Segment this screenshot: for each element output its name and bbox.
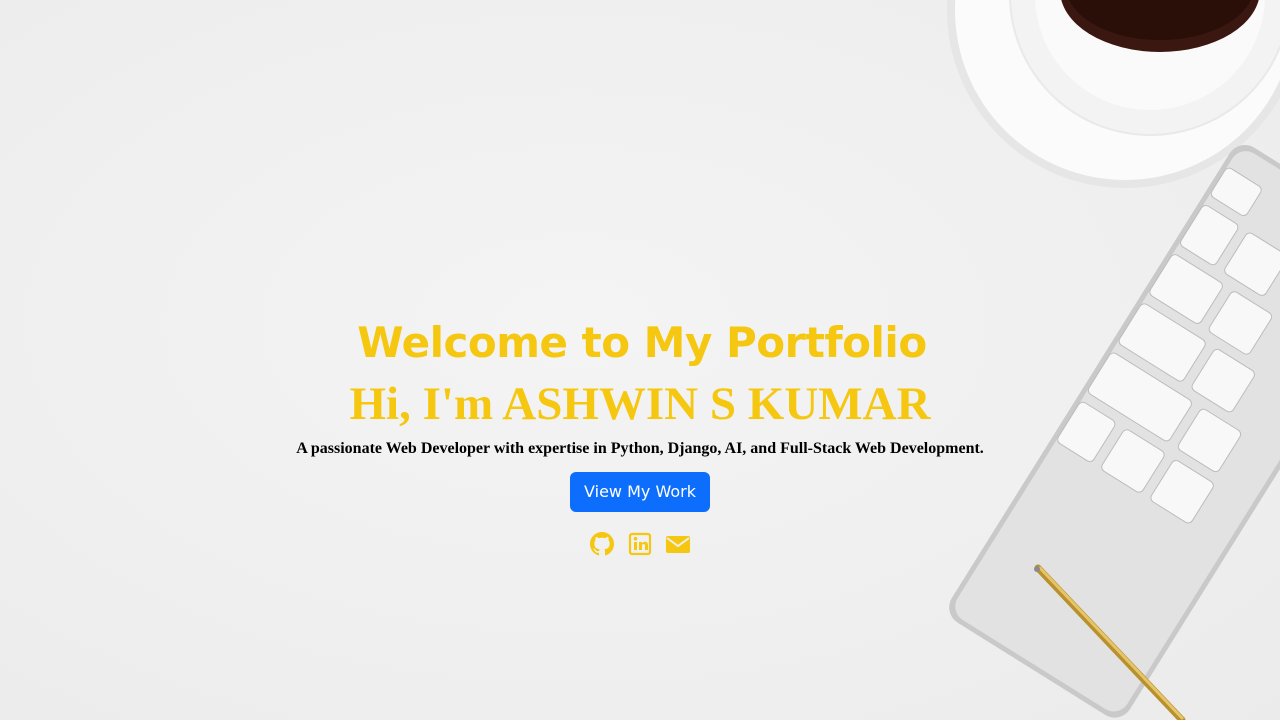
hero-title: Welcome to My Portfolio <box>357 318 927 367</box>
github-icon <box>590 532 614 556</box>
email-link[interactable] <box>666 530 690 558</box>
hero-tagline: A passionate Web Developer with expertis… <box>296 440 984 457</box>
linkedin-icon <box>628 532 652 556</box>
cta-container: View My Work <box>0 472 1280 512</box>
github-link[interactable] <box>590 530 614 558</box>
hero-section: Welcome to My Portfolio Hi, I'm ASHWIN S… <box>0 314 1280 558</box>
envelope-icon <box>666 536 690 553</box>
linkedin-link[interactable] <box>628 530 652 558</box>
view-my-work-button[interactable]: View My Work <box>570 472 710 512</box>
social-links <box>0 530 1280 558</box>
hero-subtitle: Hi, I'm ASHWIN S KUMAR <box>349 378 931 430</box>
